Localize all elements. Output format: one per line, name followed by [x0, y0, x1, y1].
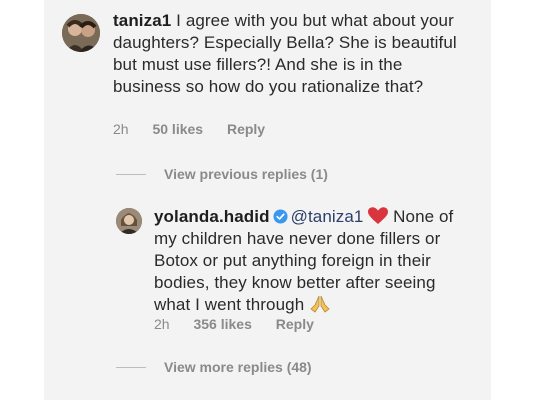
reply-time: 2h — [154, 316, 170, 332]
view-more-replies-button[interactable]: View more replies (48) — [116, 359, 312, 375]
comment-likes-link[interactable]: 50 likes — [152, 121, 203, 137]
avatar-yolanda-hadid[interactable] — [116, 208, 142, 234]
reply-body: yolanda.hadid @taniza1 None of my childre… — [154, 206, 474, 316]
comment-time: 2h — [113, 121, 129, 137]
reply-meta: 2h 356 likes Reply — [154, 316, 334, 332]
view-previous-replies-label: View previous replies (1) — [164, 166, 328, 182]
verified-badge-icon — [273, 209, 288, 224]
praying-hands-emoji-icon — [310, 295, 330, 313]
avatar-taniza1[interactable] — [62, 14, 100, 52]
comment-meta: 2h 50 likes Reply — [113, 121, 285, 137]
reply-mention-link[interactable]: @taniza1 — [291, 207, 364, 226]
comments-panel: taniza1 I agree with you but what about … — [44, 0, 491, 400]
red-heart-emoji-icon — [368, 207, 389, 224]
divider-line — [116, 173, 146, 175]
divider-line — [116, 366, 146, 368]
comment-body: taniza1 I agree with you but what about … — [113, 10, 473, 98]
comment-reply-button[interactable]: Reply — [227, 121, 265, 137]
avatar-photo-icon — [62, 14, 100, 52]
view-more-replies-label: View more replies (48) — [164, 359, 312, 375]
avatar-photo-icon — [116, 208, 142, 234]
comment-username[interactable]: taniza1 — [113, 11, 171, 30]
reply-likes-link[interactable]: 356 likes — [193, 316, 251, 332]
view-previous-replies-button[interactable]: View previous replies (1) — [116, 166, 328, 182]
reply-reply-button[interactable]: Reply — [276, 316, 314, 332]
reply-username[interactable]: yolanda.hadid — [154, 207, 270, 226]
